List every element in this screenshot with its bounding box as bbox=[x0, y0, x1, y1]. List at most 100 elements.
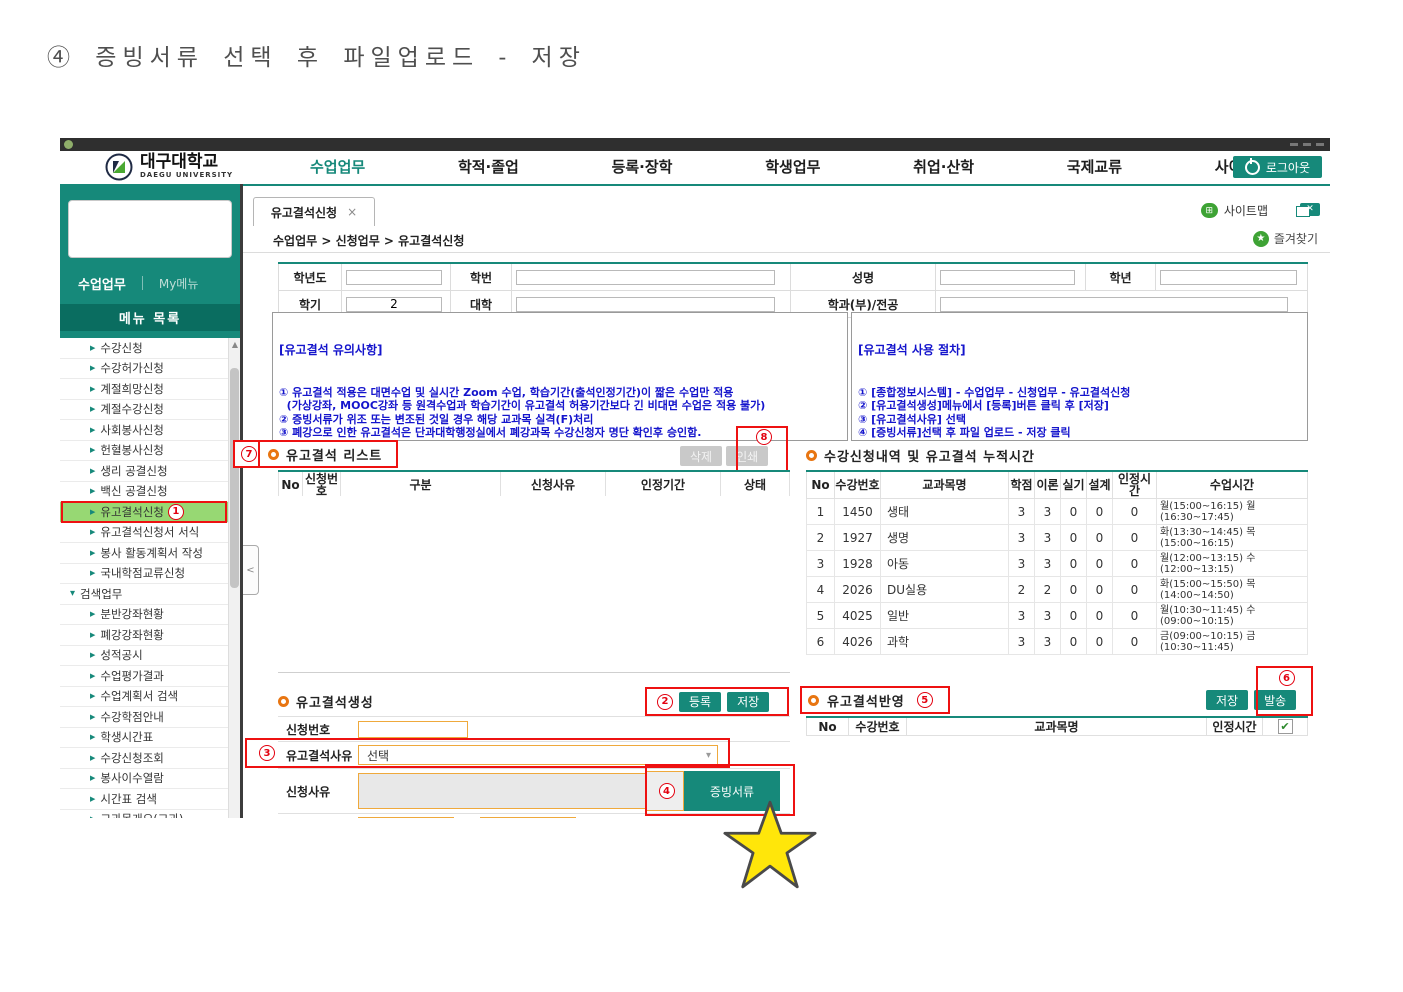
arrow-right-icon: ▶ bbox=[90, 528, 95, 536]
sidebar-item-22[interactable]: ▶봉사이수열람 bbox=[60, 769, 228, 790]
arrow-right-icon: ▶ bbox=[90, 692, 95, 700]
enrollment-title: 수강신청내역 및 유고결석 누적시간 bbox=[824, 446, 1035, 465]
annotation-4: 4 bbox=[646, 771, 684, 811]
close-window-icon[interactable]: ✕ bbox=[1300, 203, 1320, 216]
sidebar-item-label: 성적공시 bbox=[100, 647, 142, 663]
sidebar-item-3[interactable]: ▶계절희망신청 bbox=[60, 379, 228, 400]
sidebar-item-13[interactable]: ▾검색업무 bbox=[60, 584, 228, 605]
tab-close-icon[interactable]: × bbox=[347, 205, 357, 219]
annotation-6: 6 bbox=[1256, 666, 1313, 716]
sitemap-link[interactable]: ⊞ 사이트맵 bbox=[1201, 202, 1268, 219]
sidebar-info-box bbox=[68, 200, 232, 258]
section-bullet-icon bbox=[806, 450, 817, 461]
create-save-button[interactable]: 저장 bbox=[727, 692, 769, 712]
sidebar-item-17[interactable]: ▶수업평가결과 bbox=[60, 666, 228, 687]
enrollment-table: No 수강번호 교과목명 학점 이론 실기 설계 인정시간 수업시간 11450… bbox=[806, 470, 1308, 655]
sidebar-item-label: 분반강좌현황 bbox=[100, 606, 163, 622]
sidebar-tab-class[interactable]: 수업업무 bbox=[60, 274, 126, 293]
sidebar-item-15[interactable]: ▶폐강강좌현황 bbox=[60, 625, 228, 646]
sidebar-item-14[interactable]: ▶ 분반강좌현황 bbox=[60, 605, 228, 626]
absence-list-title: 유고결석 리스트 bbox=[286, 445, 382, 464]
sidebar-item-19[interactable]: ▶수강학점안내 bbox=[60, 707, 228, 728]
sidebar-item-4[interactable]: ▶계절수강신청 bbox=[60, 400, 228, 421]
reason-textarea[interactable] bbox=[358, 773, 646, 809]
sidebar-item-24[interactable]: ▶교과목개요(교과) bbox=[60, 810, 228, 819]
logout-button[interactable]: 로그아웃 bbox=[1233, 156, 1322, 178]
sidebar-item-11[interactable]: ▶봉사 활동계획서 작성 bbox=[60, 543, 228, 564]
sidebar-item-2[interactable]: ▶수강허가신청 bbox=[60, 359, 228, 380]
table-row[interactable]: 54025일반33000월(10:30~11:45) 수(09:00~10:15… bbox=[807, 603, 1308, 629]
sidebar-item-20[interactable]: ▶학생시간표 bbox=[60, 728, 228, 749]
delete-button[interactable]: 삭제 bbox=[680, 446, 722, 466]
table-row[interactable]: 21927생명33000화(13:30~14:45) 목(15:00~16:15… bbox=[807, 525, 1308, 551]
tab-absence-application[interactable]: 유고결석신청 × bbox=[253, 197, 375, 226]
arrow-right-icon: ▶ bbox=[90, 610, 95, 618]
college-field[interactable] bbox=[516, 297, 775, 312]
absence-list-header: 유고결석 리스트 bbox=[258, 440, 398, 468]
appno-field[interactable] bbox=[358, 721, 468, 738]
university-logo[interactable]: 대구대학교 DAEGU UNIVERSITY bbox=[105, 153, 233, 181]
university-emblem-icon bbox=[105, 153, 133, 181]
reasontype-select[interactable]: 선택 ▾ bbox=[358, 745, 718, 765]
grade-field[interactable] bbox=[1160, 270, 1297, 285]
arrow-right-icon: ▶ bbox=[90, 487, 95, 495]
annotation-2: 2 등록 저장 bbox=[645, 687, 789, 716]
semester-field[interactable] bbox=[346, 297, 442, 312]
section-bullet-icon bbox=[278, 696, 289, 707]
table-row[interactable]: 31928아동33000월(12:00~13:15) 수(12:00~13:15… bbox=[807, 551, 1308, 577]
sidebar-item-label: 백신 공결신청 bbox=[100, 483, 167, 499]
menu-list-title: 메뉴 목록 bbox=[60, 304, 240, 331]
sidebar-item-8[interactable]: ▶ 백신 공결신청 bbox=[60, 482, 228, 503]
nav-item-2[interactable]: 학적·졸업 bbox=[458, 156, 519, 177]
table-row[interactable]: 42026DU실용22000화(15:00~15:50) 목(14:00~14:… bbox=[807, 577, 1308, 603]
name-field[interactable] bbox=[940, 270, 1075, 285]
favorite-star-icon: ★ bbox=[1253, 231, 1269, 247]
name-label: 성명 bbox=[791, 263, 936, 291]
sidebar-item-12[interactable]: ▶국내학점교류신청 bbox=[60, 564, 228, 585]
nav-item-5[interactable]: 취업·산학 bbox=[913, 156, 974, 177]
select-all-checkbox[interactable]: ✔ bbox=[1278, 719, 1293, 734]
chevron-down-icon: ▾ bbox=[706, 750, 711, 761]
register-button[interactable]: 등록 bbox=[679, 692, 721, 712]
sidebar-item-9[interactable]: ▶유고결석신청1 bbox=[60, 502, 228, 523]
sidebar-item-label: 수업계획서 검색 bbox=[100, 688, 178, 704]
period-end-field[interactable] bbox=[480, 817, 576, 818]
period-label: 인정기간 bbox=[278, 814, 358, 818]
nav-item-6[interactable]: 국제교류 bbox=[1067, 156, 1122, 177]
sidebar-item-21[interactable]: ▶수강신청조회 bbox=[60, 748, 228, 769]
nav-item-4[interactable]: 학생업무 bbox=[765, 156, 820, 177]
sidebar-item-label: 봉사 활동계획서 작성 bbox=[100, 545, 203, 561]
nav-item-3[interactable]: 등록·장학 bbox=[612, 156, 673, 177]
dept-field[interactable] bbox=[940, 297, 1288, 312]
sidebar-item-18[interactable]: ▶ 수업계획서 검색 bbox=[60, 687, 228, 708]
sidebar-item-label: 생리 공결신청 bbox=[100, 463, 167, 479]
favorite-link[interactable]: ★ 즐겨찾기 bbox=[1253, 230, 1318, 247]
sidebar-item-10[interactable]: ▶유고결석신청서 서식 bbox=[60, 523, 228, 544]
sidebar-item-1[interactable]: ▶수강신청 bbox=[60, 338, 228, 359]
sidebar-item-16[interactable]: ▶성적공시 bbox=[60, 646, 228, 667]
sidebar-item-label: 수강신청조회 bbox=[100, 750, 163, 766]
table-row[interactable]: 11450생태33000월(15:00~16:15) 월(16:30~17:45… bbox=[807, 499, 1308, 525]
period-start-field[interactable] bbox=[358, 817, 454, 818]
sidebar-item-6[interactable]: ▶헌혈봉사신청 bbox=[60, 441, 228, 462]
scrollbar-thumb[interactable] bbox=[230, 368, 239, 588]
page-title: ④ 증빙서류 선택 후 파일업로드 - 저장 bbox=[47, 38, 586, 72]
table-row[interactable]: 64026과학33000금(09:00~10:15) 금(10:30~11:45… bbox=[807, 629, 1308, 655]
sidebar-tab-my[interactable]: My메뉴 bbox=[159, 275, 199, 292]
sidebar-item-23[interactable]: ▶시간표 검색 bbox=[60, 789, 228, 810]
absence-create-title: 유고결석생성 bbox=[296, 692, 374, 711]
sidebar-item-7[interactable]: ▶생리 공결신청 bbox=[60, 461, 228, 482]
sidebar-item-label: 시간표 검색 bbox=[100, 791, 157, 807]
main-nav: 수업업무학적·졸업등록·장학학생업무취업·산학국제교류사이트맵 bbox=[310, 151, 1270, 182]
nav-item-1[interactable]: 수업업무 bbox=[310, 156, 365, 177]
year-field[interactable] bbox=[346, 270, 442, 285]
sidebar-collapse-button[interactable]: < bbox=[243, 545, 259, 595]
sidebar-item-5[interactable]: ▶사회봉사신청 bbox=[60, 420, 228, 441]
sidebar-divider bbox=[240, 184, 243, 818]
sidebar-top-panel: 수업업무 My메뉴 메뉴 목록 bbox=[60, 184, 240, 338]
apply-save-button[interactable]: 저장 bbox=[1206, 690, 1248, 710]
absence-list-table: No 신청번호 구분 신청사유 인정기간 상태 bbox=[278, 470, 790, 499]
window-controls[interactable] bbox=[1290, 143, 1324, 146]
studentno-field[interactable] bbox=[516, 270, 775, 285]
sidebar-menu: ▶수강신청▶수강허가신청▶계절희망신청▶계절수강신청▶사회봉사신청▶헌혈봉사신청… bbox=[60, 338, 228, 818]
